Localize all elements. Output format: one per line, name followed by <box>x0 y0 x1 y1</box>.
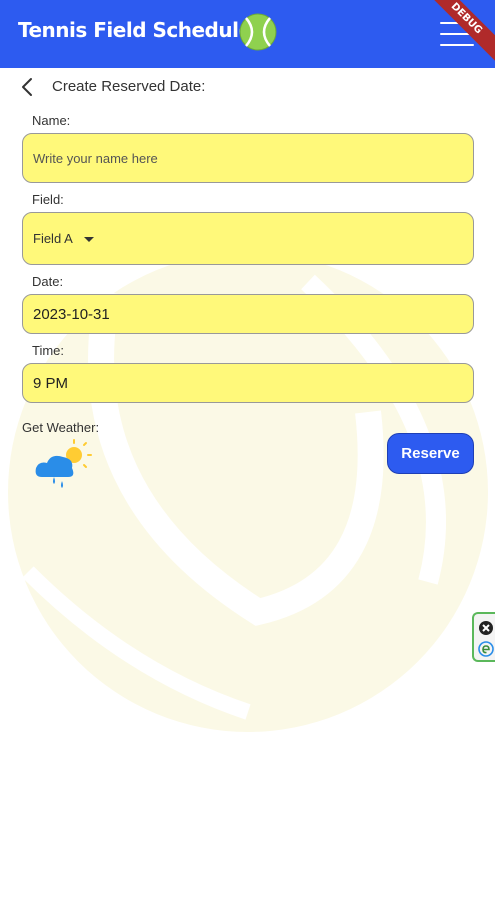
close-circle-icon[interactable] <box>478 620 494 636</box>
name-input[interactable] <box>23 134 473 182</box>
caret-down-icon <box>84 237 94 242</box>
app-bar: Tennis Field Scheduler DEBUG <box>0 0 495 68</box>
page-title: Create Reserved Date: <box>52 78 206 95</box>
date-label: Date: <box>32 274 64 289</box>
time-label: Time: <box>32 343 65 358</box>
chevron-left-icon[interactable] <box>16 76 40 98</box>
time-value: 9 PM <box>33 375 69 392</box>
side-widget <box>472 612 495 662</box>
time-input[interactable]: 9 PM <box>22 363 474 403</box>
field-select[interactable]: Field A <box>22 212 474 265</box>
name-field-container <box>22 133 474 183</box>
field-select-value: Field A <box>33 231 73 246</box>
e-badge-icon[interactable] <box>478 641 494 657</box>
weather-label: Get Weather: <box>22 420 100 435</box>
tennis-ball-icon <box>239 13 277 51</box>
rain-sun-cloud-icon[interactable] <box>34 437 94 489</box>
date-value: 2023-10-31 <box>33 306 110 323</box>
app-title: Tennis Field Scheduler <box>18 18 261 42</box>
field-label: Field: <box>32 192 64 207</box>
reserve-button[interactable]: Reserve <box>387 433 474 474</box>
date-input[interactable]: 2023-10-31 <box>22 294 474 334</box>
name-label: Name: <box>32 113 71 128</box>
